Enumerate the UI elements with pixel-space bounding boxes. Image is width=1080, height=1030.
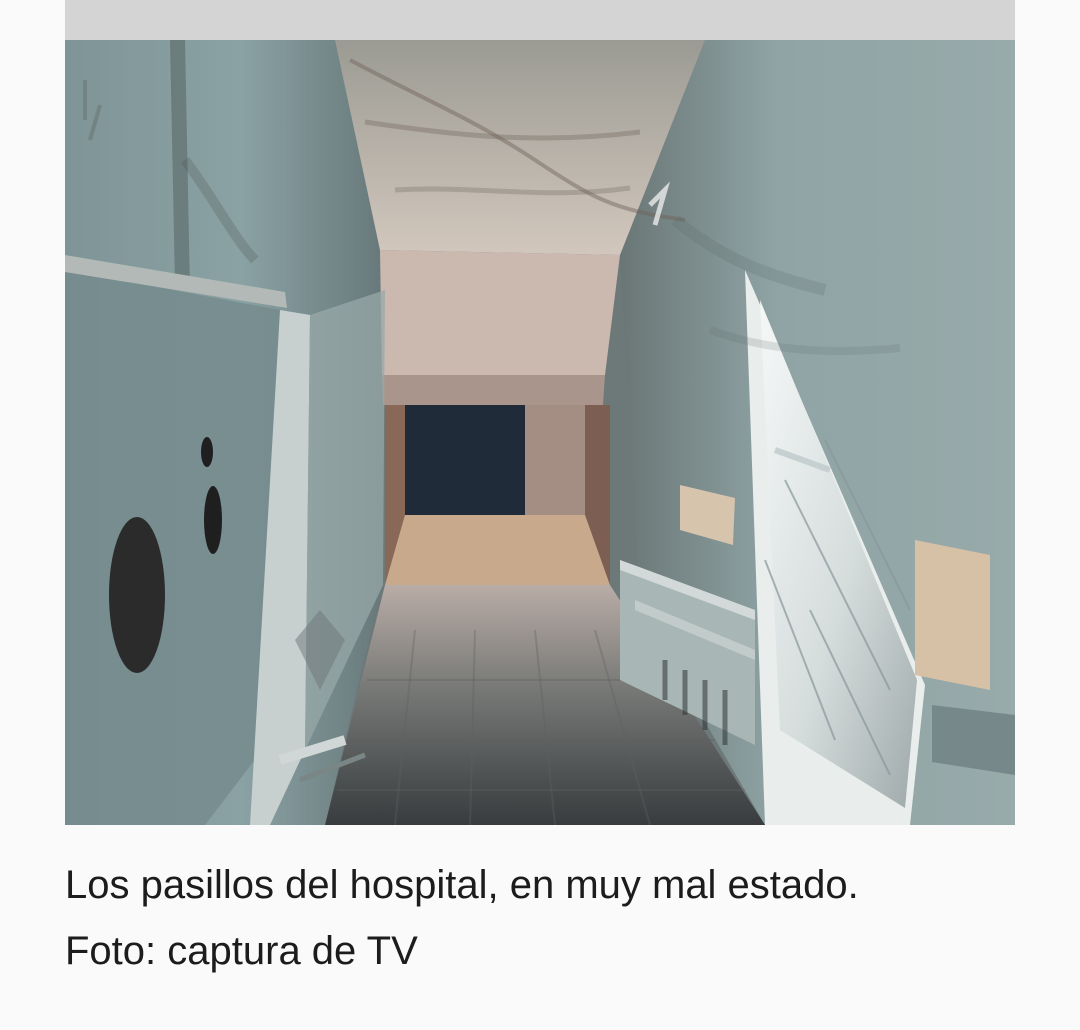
top-image-strip xyxy=(65,0,1015,40)
hospital-corridor-image xyxy=(65,40,1015,825)
caption-text: Los pasillos del hospital, en muy mal es… xyxy=(65,863,859,907)
article-photo[interactable] xyxy=(65,40,1015,825)
photo-caption: Los pasillos del hospital, en muy mal es… xyxy=(65,852,1015,984)
photo-credit: Foto: captura de TV xyxy=(65,929,418,973)
